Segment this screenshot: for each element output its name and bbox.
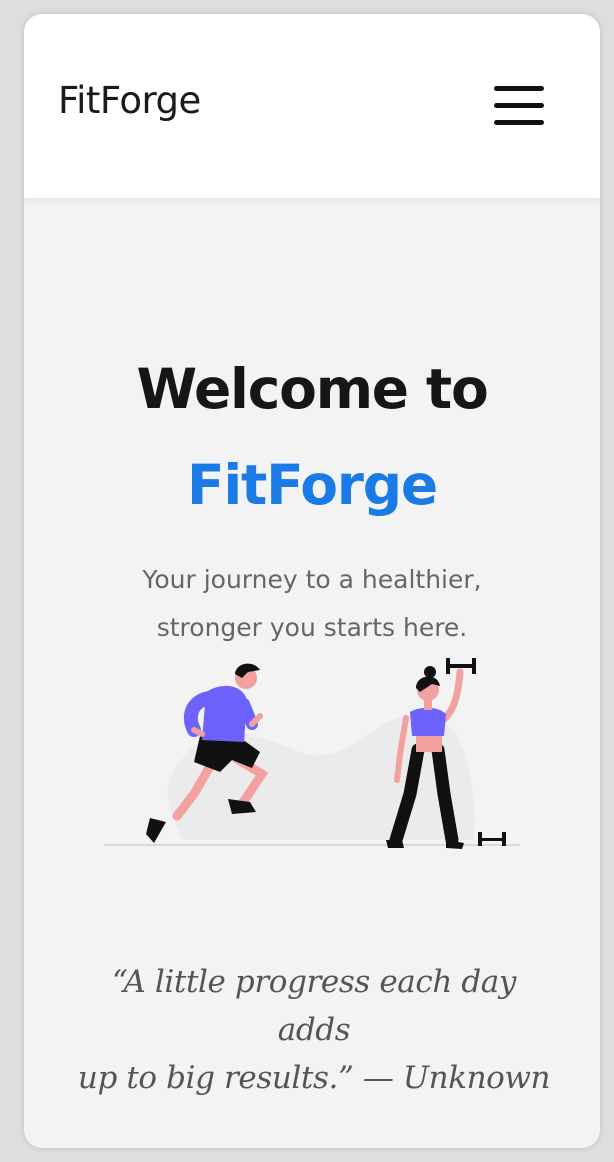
tagline-line-1: Your journey to a healthier, [142,565,482,594]
fitness-illustration [104,658,520,849]
menu-bar-middle [494,103,544,108]
menu-bar-bottom [494,120,544,125]
hamburger-menu-icon[interactable] [486,84,546,130]
hero-tagline: Your journey to a healthier, stronger yo… [112,556,512,652]
hero-brand-heading: FitForge [186,453,438,517]
quote-line-2: up to big results.” — Unknown [77,1060,551,1096]
quote-line-1: “A little progress each day adds [111,964,516,1048]
top-nav-bar: FitForge [24,14,600,198]
brand-logo[interactable]: FitForge [58,82,201,119]
app-screen: FitForge Welcome to FitForge Your journe… [24,14,600,1148]
hero-welcome-heading: Welcome to [136,357,488,421]
motivational-quote: “A little progress each day adds up to b… [74,958,554,1102]
menu-bar-top [494,86,544,91]
